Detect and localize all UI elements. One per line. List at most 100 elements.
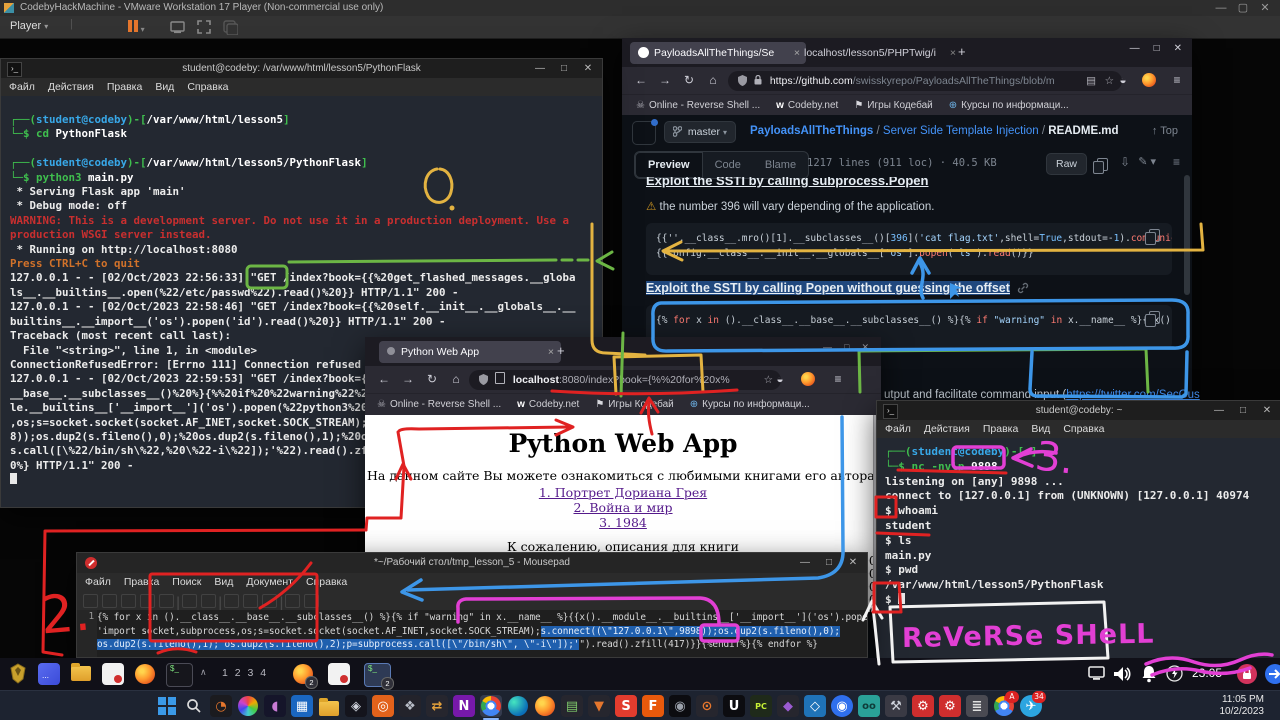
home-icon[interactable]: ⌂ (702, 67, 724, 94)
reader-view-icon[interactable]: ▤ (1086, 71, 1096, 91)
bookmark-Курсы по информаци...[interactable]: ⊕Курсы по информаци... (949, 100, 1069, 111)
vmware-player-menu[interactable]: Player ▾ (10, 20, 48, 32)
vm-pause-button[interactable]: ▾ (128, 20, 145, 35)
menu-item-Справка[interactable]: Справка (306, 576, 347, 588)
taskbar-chrome-icon[interactable] (480, 695, 502, 717)
taskbar-assistant-app-icon[interactable]: ◖ (264, 695, 286, 717)
taskbar-print-app-icon[interactable]: ≣ (966, 695, 988, 717)
tab-close-icon[interactable]: × (548, 341, 554, 363)
maximize-button[interactable]: □ (817, 553, 841, 573)
close-button[interactable]: ✕ (1174, 43, 1182, 54)
taskbar-notes-app-icon[interactable]: ◈ (345, 695, 367, 717)
taskbar-file-explorer-icon[interactable] (318, 695, 340, 717)
scrollbar[interactable] (1184, 175, 1190, 295)
display-tray-icon[interactable] (1088, 666, 1106, 681)
taskbar-visual-studio-icon[interactable]: ◆ (777, 695, 799, 717)
close-button[interactable]: ✕ (841, 553, 865, 573)
taskbar-carrot-app-icon[interactable]: ▼ (588, 695, 610, 717)
search-icon[interactable] (285, 594, 300, 608)
minimize-button[interactable]: — (528, 59, 552, 78)
vm-fullscreen-icon[interactable] (196, 19, 212, 35)
maximize-button[interactable]: □ (1154, 43, 1160, 54)
pocket-icon[interactable]: ◒ (1112, 67, 1134, 94)
bookmark-Online - Reverse Shell ...[interactable]: ☠Online - Reverse Shell ... (377, 399, 501, 410)
copy-file-icon[interactable] (1097, 158, 1108, 171)
menu-item-Справка[interactable]: Справка (187, 81, 228, 93)
book-link-3[interactable]: 3. 1984 (599, 515, 647, 530)
firefox-launcher-icon[interactable] (134, 663, 156, 685)
tab-code[interactable]: Code (703, 153, 753, 177)
menu-item-Файл[interactable]: Файл (885, 423, 911, 435)
volume-icon[interactable] (1112, 664, 1132, 684)
taskbar-dark-circle-app-icon[interactable]: ◉ (669, 695, 691, 717)
taskbar-mousepad-running[interactable] (328, 663, 350, 685)
menu-item-Справка[interactable]: Справка (1063, 423, 1104, 435)
download-icon[interactable]: ⇩ (1120, 155, 1130, 169)
maximize-button[interactable]: □ (1231, 401, 1255, 420)
menu-item-Вид[interactable]: Вид (155, 81, 174, 93)
copy-code-icon[interactable] (1149, 229, 1160, 242)
book-link-1[interactable]: 1. Портрет Дориана Грея (539, 485, 707, 500)
minimize-button[interactable]: — (1207, 401, 1231, 420)
tab-blame[interactable]: Blame (753, 153, 808, 177)
sidebar-toggle-icon[interactable] (632, 121, 656, 145)
taskbar-s-app-icon[interactable]: S (615, 695, 637, 717)
file-manager-icon[interactable] (70, 663, 92, 685)
code-block-subprocess[interactable]: {{''.__class__.mro()[1].__subclasses__()… (646, 223, 1172, 275)
menu-item-Правка[interactable]: Правка (124, 576, 159, 588)
taskbar-3d-viewer-app-icon[interactable]: ❖ (399, 695, 421, 717)
taskbar-unreal-engine-icon[interactable]: U (723, 695, 745, 717)
replace-icon[interactable] (304, 594, 319, 608)
close-button[interactable]: ✕ (576, 59, 600, 78)
anchor-link-icon[interactable] (1017, 282, 1029, 294)
taskbar-calendar-app-icon[interactable]: ▦ (291, 695, 313, 717)
taskbar-edge-icon[interactable] (507, 695, 529, 717)
pocket-icon[interactable]: ◒ (769, 366, 791, 393)
terminal-output[interactable]: ┌──(student@codeby)-[~]└─$ nc -nvlp 9898… (877, 438, 1280, 663)
raw-button[interactable]: Raw (1046, 153, 1087, 175)
new-file-icon[interactable] (83, 594, 98, 608)
outline-icon[interactable]: ≡ (1173, 155, 1180, 169)
terminal-launcher-icon[interactable]: $_ (166, 663, 193, 687)
breadcrumb-repo[interactable]: PayloadsAllTheThings (750, 125, 873, 137)
taskbar-pycharm-icon[interactable]: PC (750, 695, 772, 717)
forward-icon[interactable]: → (397, 366, 419, 393)
taskbar-search-icon[interactable] (183, 695, 205, 717)
copy-code-icon[interactable] (1149, 311, 1160, 324)
taskbar-onenote-icon[interactable]: N (453, 695, 475, 717)
reload-icon[interactable]: ↻ (421, 366, 443, 393)
taskbar-gauge-app-icon[interactable]: ◔ (210, 695, 232, 717)
webapp-url-bar[interactable]: localhost:8080/index?book={%%20for%20x% … (469, 370, 781, 390)
maximize-button[interactable]: □ (552, 59, 576, 78)
vm-ctrl-alt-del-icon[interactable] (170, 19, 186, 35)
taskbar-gear-red-2-icon[interactable]: ⚙ (939, 695, 961, 717)
menu-icon[interactable]: ≡ (1166, 67, 1188, 94)
breadcrumb-folder[interactable]: Server Side Template Injection (883, 125, 1039, 137)
taskbar-obs-app-icon[interactable]: oo (858, 695, 880, 717)
vmware-maximize-button[interactable]: ▢ (1232, 0, 1254, 16)
close-file-icon[interactable] (159, 594, 174, 608)
home-icon[interactable]: ⌂ (445, 366, 467, 393)
taskbar-tools-app-icon[interactable]: ⚒ (885, 695, 907, 717)
menu-item-Вид[interactable]: Вид (214, 576, 233, 588)
vmware-minimize-button[interactable]: — (1210, 0, 1232, 16)
forward-icon[interactable]: → (654, 67, 676, 94)
menu-icon[interactable]: ≡ (827, 366, 849, 393)
windows-clock[interactable]: 11:05 PM 10/2/2023 (1220, 694, 1265, 718)
reload-icon[interactable]: ↻ (678, 67, 700, 94)
show-more-icon[interactable]: ∧ (200, 667, 207, 678)
back-icon[interactable]: ← (373, 366, 395, 393)
save-icon[interactable] (121, 594, 136, 608)
bookmark-Игры Кодебай[interactable]: ⚑Игры Кодебай (854, 100, 932, 111)
menu-item-Действия[interactable]: Действия (924, 423, 970, 435)
terminal-titlebar[interactable]: ›_ student@codeby: ~ —□✕ (877, 401, 1280, 421)
menu-item-Действия[interactable]: Действия (48, 81, 94, 93)
minimize-button[interactable]: — (823, 342, 832, 352)
tab-python-web-app[interactable]: Python Web App × (379, 341, 561, 363)
taskbar-orange-app-icon[interactable]: ◎ (372, 695, 394, 717)
taskbar-terminal-running[interactable]: $_2 (364, 663, 391, 687)
taskbar-blender-icon[interactable]: ⊙ (696, 695, 718, 717)
workspace-switcher[interactable]: 1 2 3 4 (222, 667, 268, 679)
save-as-icon[interactable] (140, 594, 155, 608)
vm-snapshot-icon[interactable] (222, 19, 238, 35)
